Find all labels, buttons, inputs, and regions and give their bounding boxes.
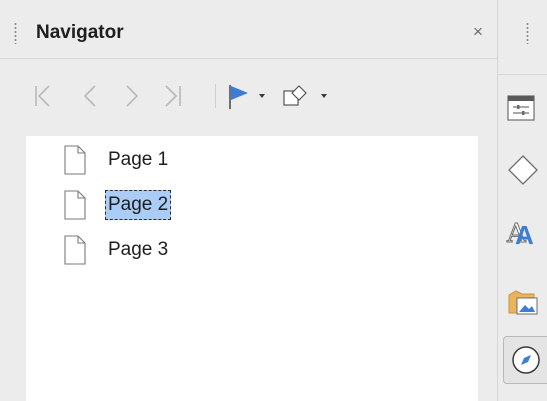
page-icon	[64, 190, 86, 220]
page-icon	[64, 235, 86, 265]
tabbar-menu-handle[interactable]	[526, 22, 529, 44]
navigator-deck: Navigator × Page 1 Page 2 Page 3	[0, 0, 497, 401]
shape-display-button[interactable]	[278, 80, 312, 112]
page-label: Page 3	[108, 239, 169, 260]
drag-mode-dropdown-icon[interactable]	[259, 94, 265, 98]
page-label: Page 1	[108, 149, 169, 170]
shapes-icon	[508, 155, 538, 185]
tab-styles[interactable]: A A	[506, 212, 546, 252]
shape-display-icon	[283, 85, 307, 106]
previous-page-icon	[83, 85, 96, 107]
previous-page-button[interactable]	[76, 80, 104, 112]
last-page-icon	[165, 85, 181, 107]
navigator-icon	[512, 346, 540, 374]
gallery-icon	[508, 290, 538, 315]
title-divider	[0, 58, 497, 59]
first-page-icon	[35, 85, 50, 107]
next-page-icon	[126, 85, 139, 107]
drag-mode-button[interactable]	[222, 80, 256, 112]
deck-grip-handle[interactable]	[14, 22, 17, 44]
tab-properties[interactable]	[506, 88, 546, 128]
toolbar-separator	[215, 84, 216, 108]
page-icon	[64, 145, 86, 175]
svg-text:A: A	[515, 220, 534, 249]
tree-item-page-2[interactable]: Page 2	[61, 189, 172, 221]
tab-shapes[interactable]	[506, 150, 546, 190]
properties-icon	[507, 95, 535, 121]
deck-title: Navigator	[36, 22, 124, 43]
drag-mode-icon	[229, 85, 248, 109]
tabbar-divider	[498, 74, 547, 75]
tree-item-page-3[interactable]: Page 3	[61, 234, 171, 266]
page-label-selected: Page 2	[105, 190, 172, 220]
tree-item-page-1[interactable]: Page 1	[61, 144, 171, 176]
close-icon[interactable]: ×	[470, 23, 486, 40]
tab-gallery[interactable]	[506, 282, 546, 322]
shape-display-dropdown-icon[interactable]	[321, 94, 327, 98]
next-page-button[interactable]	[118, 80, 146, 112]
tab-navigator[interactable]	[503, 336, 547, 384]
navigator-tree[interactable]: Page 1 Page 2 Page 3	[26, 136, 478, 401]
styles-icon: A A	[506, 219, 534, 250]
first-page-button[interactable]	[28, 80, 56, 112]
last-page-button[interactable]	[160, 80, 188, 112]
